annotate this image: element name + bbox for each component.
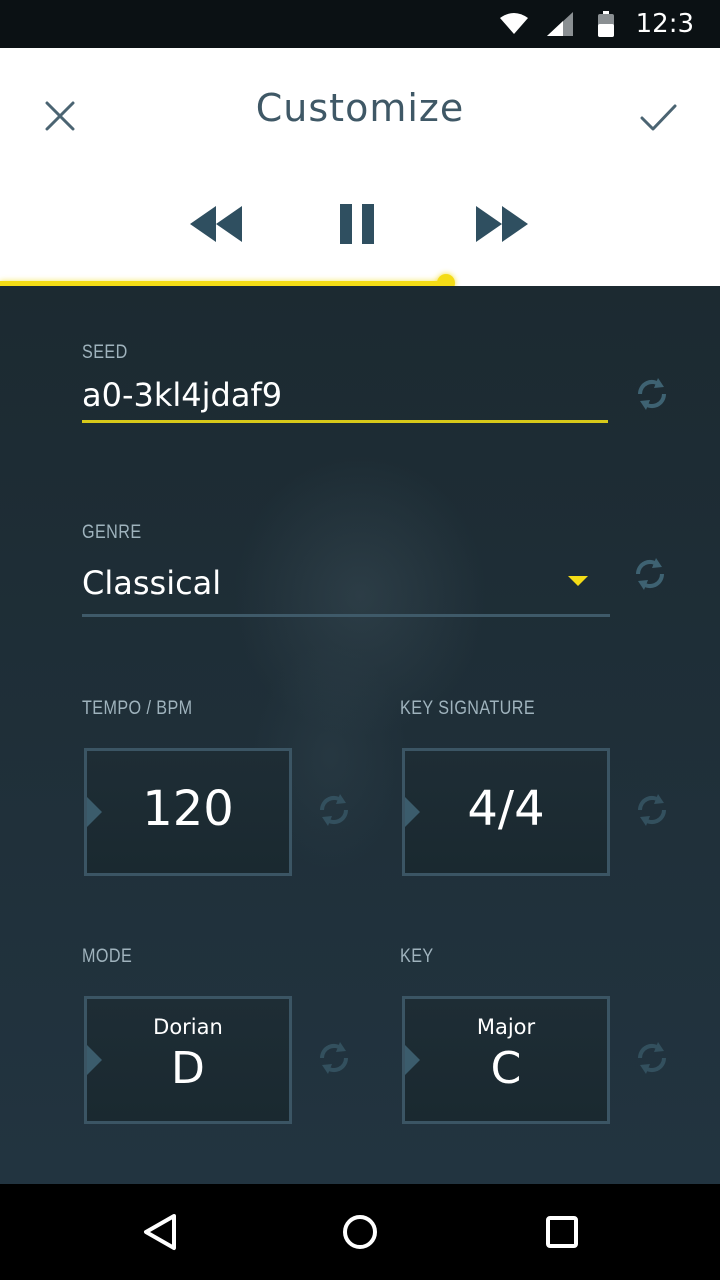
confirm-button[interactable] bbox=[634, 92, 682, 140]
dropdown-arrow-icon bbox=[568, 576, 588, 586]
pause-icon bbox=[340, 204, 374, 244]
tempo-box[interactable]: 120 bbox=[84, 748, 292, 876]
rewind-icon bbox=[190, 206, 242, 242]
battery-icon bbox=[590, 10, 622, 38]
refresh-icon bbox=[319, 1042, 349, 1074]
wifi-icon bbox=[498, 10, 530, 38]
refresh-icon bbox=[637, 1042, 667, 1074]
recents-icon bbox=[546, 1216, 578, 1248]
tempo-value: 120 bbox=[142, 781, 234, 837]
key-refresh-button[interactable] bbox=[630, 1036, 674, 1080]
refresh-icon bbox=[637, 794, 667, 826]
key-value: C bbox=[490, 1043, 522, 1094]
seed-label: SEED bbox=[82, 342, 128, 363]
key-label: KEY bbox=[400, 946, 434, 967]
refresh-icon bbox=[637, 378, 667, 410]
home-button[interactable] bbox=[336, 1208, 384, 1256]
refresh-icon bbox=[319, 794, 349, 826]
pause-button[interactable] bbox=[338, 196, 378, 252]
cell-signal-icon bbox=[544, 10, 576, 38]
back-button[interactable] bbox=[136, 1208, 184, 1256]
mode-label: MODE bbox=[82, 946, 133, 967]
key-signature-value: 4/4 bbox=[467, 781, 545, 837]
mode-value: D bbox=[171, 1043, 205, 1094]
status-bar: 12:3 bbox=[0, 0, 720, 48]
mode-sublabel: Dorian bbox=[153, 1015, 223, 1039]
system-nav-bar bbox=[0, 1184, 720, 1280]
rewind-button[interactable] bbox=[188, 196, 244, 252]
key-signature-refresh-button[interactable] bbox=[630, 788, 674, 832]
check-icon bbox=[640, 104, 677, 131]
fast-forward-button[interactable] bbox=[474, 196, 530, 252]
status-icons: 12:3 bbox=[498, 0, 720, 48]
tempo-label: TEMPO / BPM bbox=[82, 698, 193, 719]
key-box[interactable]: Major C bbox=[402, 996, 610, 1124]
refresh-icon bbox=[635, 558, 665, 590]
key-signature-box[interactable]: 4/4 bbox=[402, 748, 610, 876]
fast-forward-icon bbox=[476, 206, 528, 242]
page-title: Customize bbox=[255, 86, 465, 130]
recents-button[interactable] bbox=[538, 1208, 586, 1256]
home-icon bbox=[343, 1215, 377, 1249]
genre-dropdown[interactable]: Classical bbox=[82, 556, 610, 617]
mode-box[interactable]: Dorian D bbox=[84, 996, 292, 1124]
genre-refresh-button[interactable] bbox=[628, 552, 672, 596]
back-icon bbox=[144, 1214, 176, 1250]
tempo-refresh-button[interactable] bbox=[312, 788, 356, 832]
genre-label: GENRE bbox=[82, 522, 142, 543]
mode-refresh-button[interactable] bbox=[312, 1036, 356, 1080]
genre-value: Classical bbox=[82, 564, 222, 602]
seed-input[interactable] bbox=[82, 370, 608, 423]
key-signature-label: KEY SIGNATURE bbox=[400, 698, 536, 719]
status-time: 12:3 bbox=[635, 9, 694, 39]
key-sublabel: Major bbox=[476, 1015, 536, 1039]
seed-refresh-button[interactable] bbox=[630, 372, 674, 416]
customize-form: SEED GENRE Classical TEMPO / BPM 120 bbox=[0, 286, 720, 1184]
customize-header: Customize bbox=[0, 48, 720, 286]
